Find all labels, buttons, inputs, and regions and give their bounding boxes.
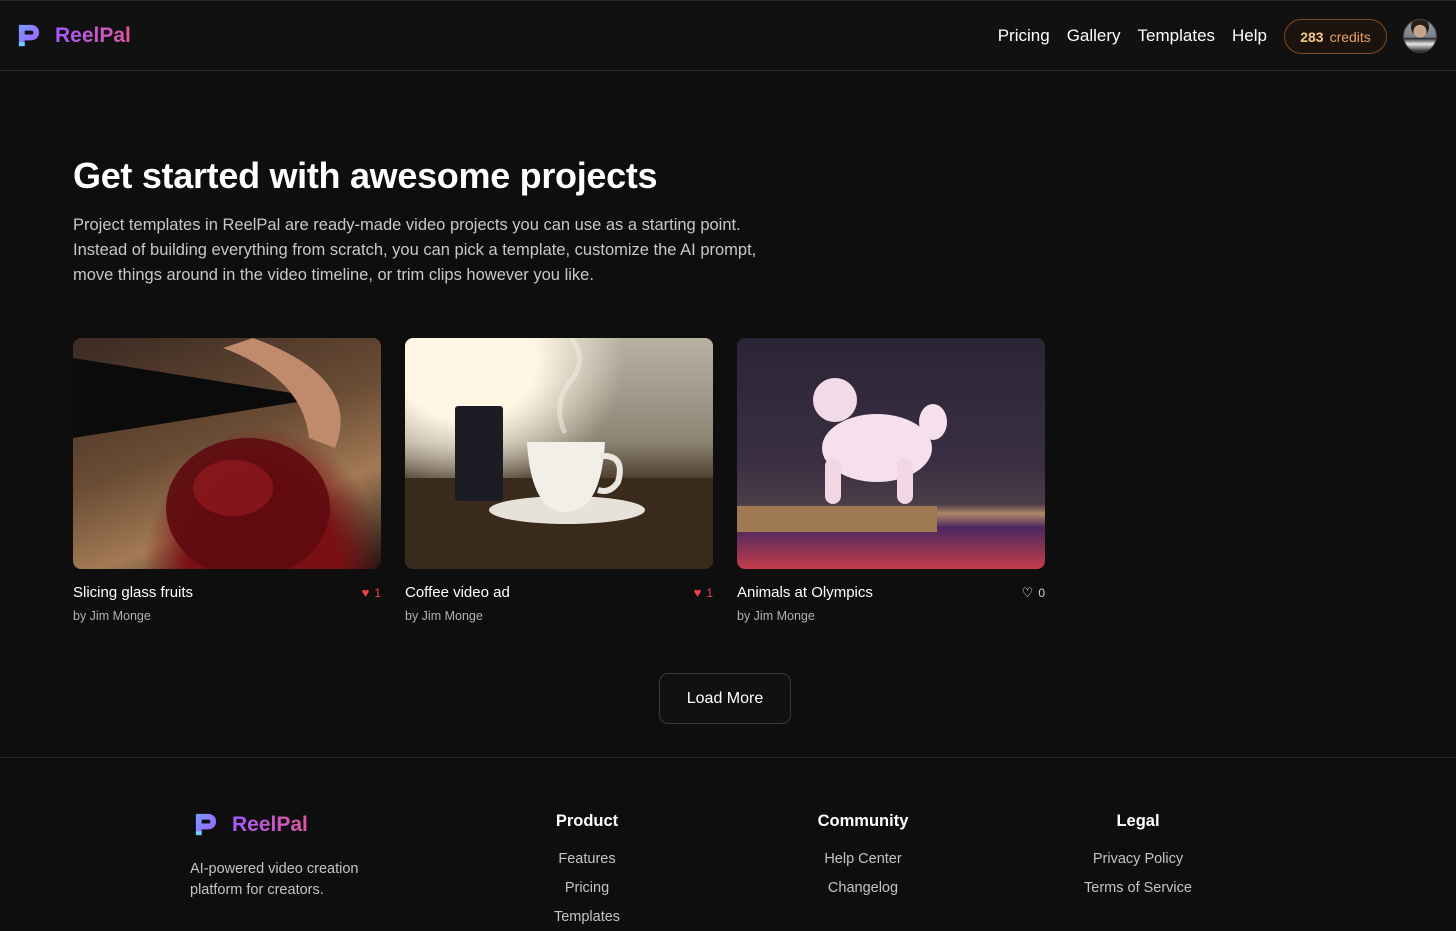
template-card[interactable]: Animals at Olympics ♡ 0 by Jim Monge — [737, 338, 1045, 623]
like-button[interactable]: ♥ 1 — [362, 585, 381, 600]
heart-filled-icon: ♥ — [693, 585, 702, 600]
credits-badge[interactable]: 283 credits — [1284, 19, 1387, 54]
heart-outline-icon: ♡ — [1021, 584, 1034, 600]
footer-link-help-center[interactable]: Help Center — [793, 851, 933, 868]
template-thumbnail[interactable] — [405, 338, 713, 569]
template-card[interactable]: Coffee video ad ♥ 1 by Jim Monge — [405, 338, 713, 623]
reelpal-logo-icon — [18, 24, 40, 47]
footer-column-community: Community Help Center Changelog — [793, 812, 933, 909]
heart-filled-icon: ♥ — [361, 585, 370, 600]
like-button[interactable]: ♥ 1 — [694, 585, 713, 600]
reelpal-logo-icon — [195, 813, 217, 836]
template-card[interactable]: Slicing glass fruits ♥ 1 by Jim Monge — [73, 338, 381, 623]
footer-link-privacy-policy[interactable]: Privacy Policy — [1068, 851, 1208, 868]
footer-link-templates[interactable]: Templates — [527, 909, 647, 926]
page-title: Get started with awesome projects — [73, 155, 658, 196]
footer-heading: Product — [555, 812, 619, 830]
footer-link-terms-of-service[interactable]: Terms of Service — [1068, 880, 1208, 897]
nav-link-templates[interactable]: Templates — [1138, 25, 1215, 47]
credits-label: credits — [1329, 28, 1371, 45]
footer-column-legal: Legal Privacy Policy Terms of Service — [1068, 812, 1208, 909]
footer: ReelPal AI-powered video creation platfo… — [0, 757, 1456, 931]
template-thumbnail[interactable] — [73, 338, 381, 569]
footer-brand-name: ReelPal — [232, 812, 308, 836]
like-count: 0 — [1038, 585, 1045, 600]
footer-brand-link[interactable]: ReelPal — [193, 811, 308, 838]
nav-link-pricing[interactable]: Pricing — [998, 25, 1050, 47]
user-avatar[interactable] — [1403, 19, 1437, 53]
footer-link-pricing[interactable]: Pricing — [527, 880, 647, 897]
top-nav: ReelPal Pricing Gallery Templates Help 2… — [0, 0, 1456, 71]
footer-tagline: AI-powered video creation platform for c… — [190, 861, 359, 898]
template-title[interactable]: Coffee video ad — [405, 584, 510, 601]
template-author: by Jim Monge — [73, 609, 151, 623]
template-author: by Jim Monge — [405, 609, 483, 623]
like-count: 1 — [374, 585, 381, 600]
footer-link-changelog[interactable]: Changelog — [793, 880, 933, 897]
credits-count: 283 — [1300, 28, 1324, 45]
template-title[interactable]: Slicing glass fruits — [73, 584, 193, 601]
nav-links: Pricing Gallery Templates Help — [981, 25, 1267, 47]
thumbnail-art — [73, 338, 341, 569]
template-author: by Jim Monge — [737, 609, 815, 623]
footer-heading: Legal — [1116, 812, 1160, 830]
load-more-button[interactable]: Load More — [659, 673, 791, 724]
brand-logo-link[interactable]: ReelPal — [16, 22, 131, 49]
like-button[interactable]: ♡ 0 — [1022, 585, 1045, 601]
thumbnail-art — [737, 378, 947, 532]
footer-heading: Community — [817, 812, 909, 830]
template-thumbnail[interactable] — [737, 338, 1045, 569]
nav-link-help[interactable]: Help — [1232, 25, 1267, 47]
brand-name: ReelPal — [55, 23, 131, 47]
thumbnail-art — [405, 338, 713, 569]
like-count: 1 — [706, 585, 713, 600]
footer-column-product: Product Features Pricing Templates — [527, 812, 647, 931]
page-description: Project templates in ReelPal are ready-m… — [73, 216, 757, 284]
template-title[interactable]: Animals at Olympics — [737, 584, 873, 601]
nav-link-gallery[interactable]: Gallery — [1067, 25, 1121, 47]
footer-link-features[interactable]: Features — [527, 851, 647, 868]
